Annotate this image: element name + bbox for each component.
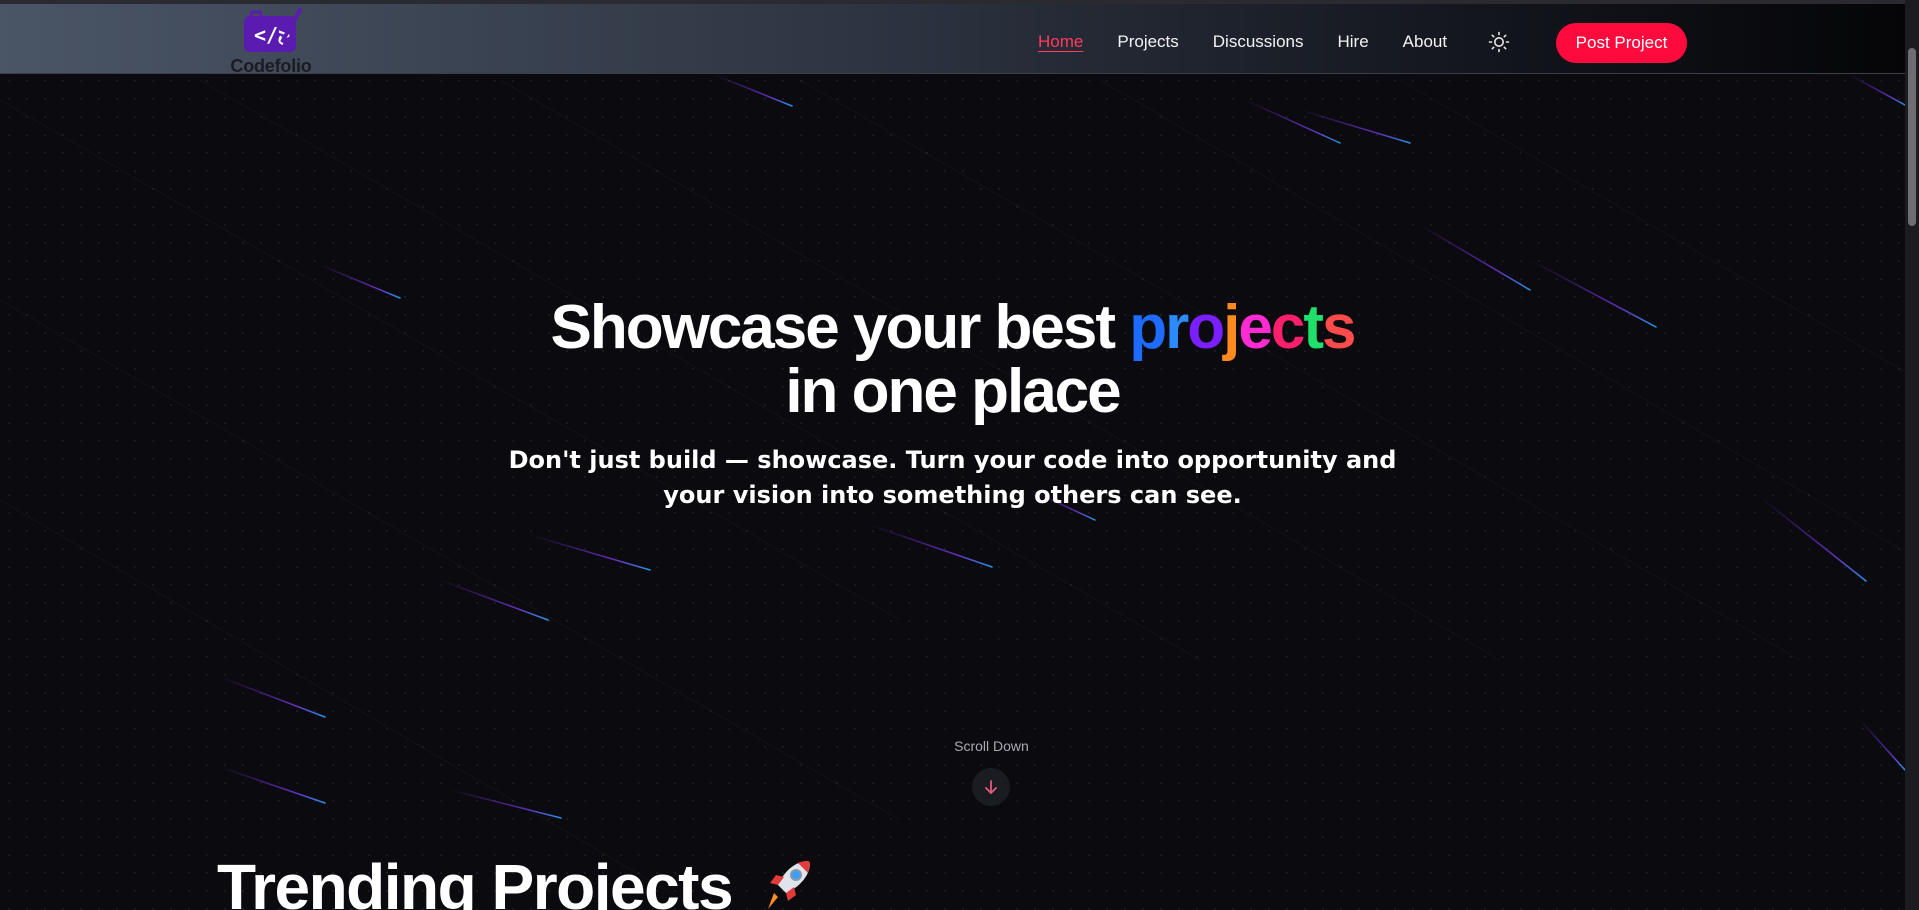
hero-subtitle: Don't just build — showcase. Turn your c… [480,443,1425,513]
hero-highlight-letter: p [1129,293,1167,362]
hero-highlight-letter: r [1165,293,1189,362]
hero-highlight-letter: e [1238,293,1273,362]
nav-hire[interactable]: Hire [1337,32,1368,52]
hero-title-highlight: projects [1129,293,1357,362]
brand-name: Codefolio [230,56,312,76]
brand-logo[interactable]: </> Codefolio [228,6,314,76]
nav-about[interactable]: About [1403,32,1447,52]
hero-subtitle-line2: your vision into something others can se… [663,481,1242,509]
sun-icon [1488,31,1510,53]
site-header: </> Codefolio Home Projects Discussions … [0,4,1905,76]
trending-projects-heading: Trending Projects [217,850,818,910]
scroll-down-label: Scroll Down [954,738,1029,754]
page-scrollbar[interactable] [1905,0,1919,910]
nav-projects[interactable]: Projects [1117,32,1178,52]
post-project-button[interactable]: Post Project [1556,23,1687,63]
hero-highlight-letter: j [1223,293,1240,362]
hero-title: Showcase your best projects in one place [400,296,1505,424]
theme-toggle-button[interactable] [1488,31,1510,53]
hero-highlight-letter: t [1303,293,1324,362]
section-title-text: Trending Projects [217,851,734,910]
main-nav: Home Projects Discussions Hire About [1038,28,1481,56]
code-briefcase-icon: </> [244,8,302,52]
rocket-icon [768,861,811,909]
hero-highlight-letter: c [1270,293,1306,362]
nav-home[interactable]: Home [1038,32,1083,52]
scroll-down-button[interactable] [972,768,1010,806]
nav-discussions[interactable]: Discussions [1213,32,1304,52]
scrollbar-thumb[interactable] [1908,48,1916,226]
hero-subtitle-line1: Don't just build — showcase. Turn your c… [508,446,1397,474]
hero-highlight-letter: o [1187,293,1225,362]
hero-highlight-letter: s [1322,293,1357,362]
arrow-down-icon [985,780,997,794]
hero-title-prefix: Showcase your best [550,293,1130,362]
hero-title-line2: in one place [785,357,1121,426]
